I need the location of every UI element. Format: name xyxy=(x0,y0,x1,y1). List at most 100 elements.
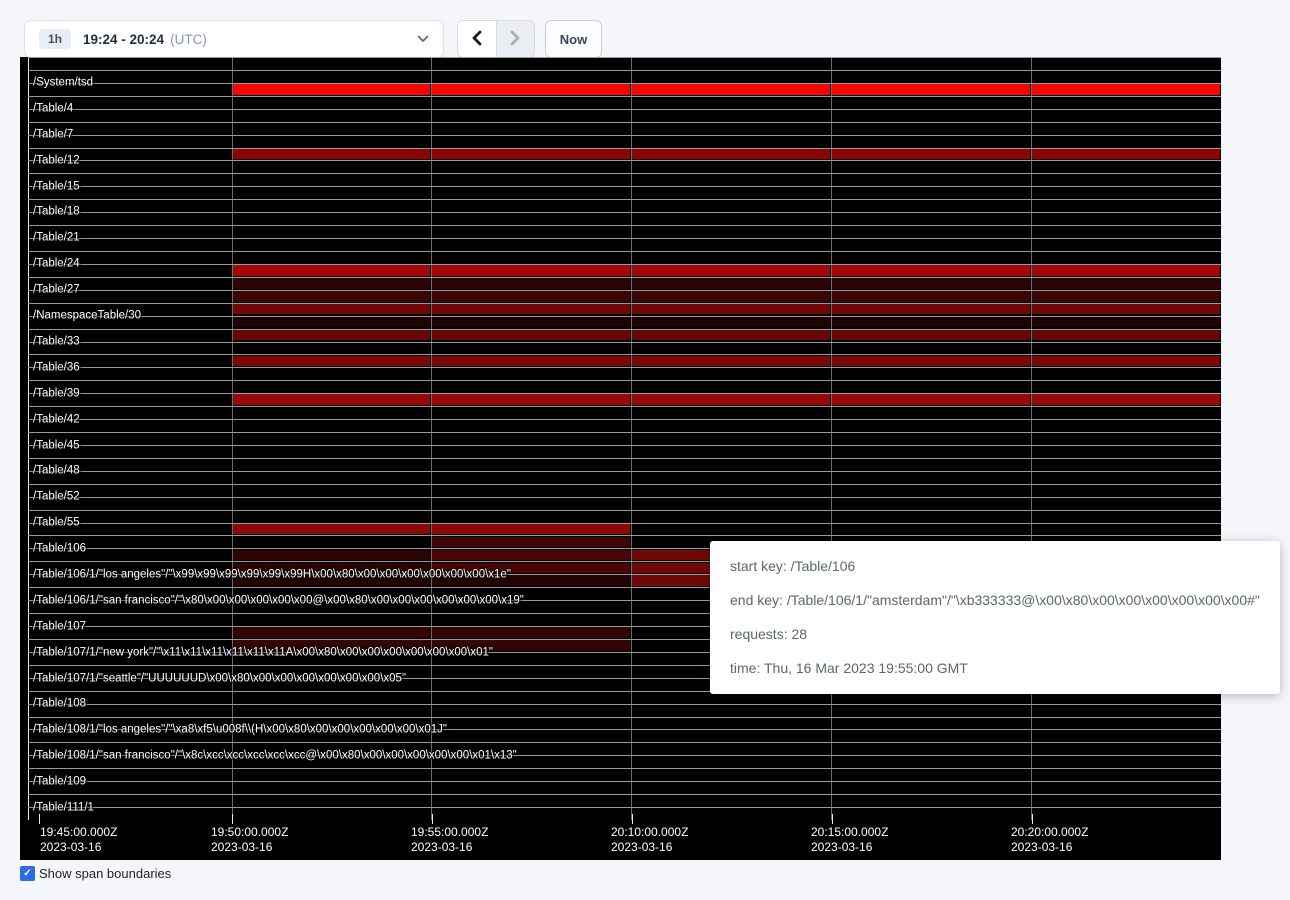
span-boundary-line xyxy=(28,225,1221,226)
row-label: /Table/107 xyxy=(33,620,86,633)
row-label: /Table/55 xyxy=(33,517,80,530)
heat-band xyxy=(632,317,830,328)
row-label: /System/tsd xyxy=(33,77,93,90)
heat-band xyxy=(1032,304,1220,315)
row-label: /Table/7 xyxy=(33,128,73,141)
heat-band xyxy=(632,84,830,95)
heat-band xyxy=(233,330,430,341)
row-label: /Table/107/1/"new york"/"\x11\x11\x11\x1… xyxy=(33,646,493,659)
span-boundary-line xyxy=(28,316,1221,317)
row-label: /Table/48 xyxy=(33,465,80,478)
heat-band xyxy=(432,291,630,302)
heat-band xyxy=(1032,149,1220,160)
span-boundary-line xyxy=(28,354,1221,355)
heat-band xyxy=(632,278,830,289)
row-label: /Table/108/1/"los angeles"/"\xa8\xf5\u00… xyxy=(33,724,447,737)
heat-band xyxy=(832,356,1030,367)
span-boundary-line xyxy=(28,109,1221,110)
heat-band xyxy=(832,149,1030,160)
next-time-button[interactable] xyxy=(496,21,535,57)
heat-band xyxy=(432,627,630,638)
time-nav-group xyxy=(457,20,535,58)
time-range-label: 19:24 - 20:24 xyxy=(83,32,164,47)
chevron-down-icon xyxy=(417,35,429,43)
heat-band xyxy=(1032,330,1220,341)
heat-band xyxy=(832,265,1030,276)
x-axis-tick xyxy=(1032,814,1033,824)
heat-band xyxy=(233,356,430,367)
span-boundary-line xyxy=(28,458,1221,459)
span-boundary-line xyxy=(28,212,1221,213)
span-boundary-line xyxy=(28,510,1221,511)
time-range-picker[interactable]: 1h 19:24 - 20:24 (UTC) xyxy=(24,20,444,58)
row-label: /Table/106/1/"los angeles"/"\x99\x99\x99… xyxy=(33,568,511,581)
span-boundary-line xyxy=(28,535,1221,536)
span-boundary-line xyxy=(28,199,1221,200)
heat-band xyxy=(1032,278,1220,289)
span-boundary-line xyxy=(28,264,1221,265)
x-axis-tick xyxy=(832,814,833,824)
span-boundary-line xyxy=(28,794,1221,795)
heat-band xyxy=(233,550,430,561)
row-label: /Table/108 xyxy=(33,698,86,711)
heat-band xyxy=(233,278,430,289)
row-label: /Table/42 xyxy=(33,413,80,426)
heat-band xyxy=(632,356,830,367)
row-label: /NamespaceTable/30 xyxy=(33,310,141,323)
key-axis-line xyxy=(28,57,29,820)
span-boundary-line xyxy=(28,497,1221,498)
heat-band xyxy=(832,84,1030,95)
span-boundary-line xyxy=(28,742,1221,743)
row-label: /Table/111/1 xyxy=(33,801,94,814)
heat-band xyxy=(233,524,430,535)
span-boundary-line xyxy=(28,704,1221,705)
span-boundary-line xyxy=(28,83,1221,84)
row-label: /Table/45 xyxy=(33,439,80,452)
row-label: /Table/107/1/"seattle"/"UUUUUUD\x00\x80\… xyxy=(33,672,406,685)
heat-band xyxy=(233,291,430,302)
time-gridline xyxy=(831,57,832,820)
key-visualizer-chart[interactable]: /System/tsd/Table/4/Table/7/Table/12/Tab… xyxy=(20,57,1221,860)
x-axis-tick xyxy=(39,814,40,824)
span-boundary-line xyxy=(28,406,1221,407)
x-axis-tick-label: 20:10:00.000Z 2023-03-16 xyxy=(611,825,688,855)
span-boundary-line xyxy=(28,367,1221,368)
row-label: /Table/18 xyxy=(33,206,80,219)
row-label: /Table/36 xyxy=(33,361,80,374)
now-button[interactable]: Now xyxy=(545,20,602,58)
heat-band xyxy=(233,627,430,638)
span-boundary-line xyxy=(28,277,1221,278)
time-zone-label: (UTC) xyxy=(170,32,207,47)
span-boundary-line xyxy=(28,173,1221,174)
span-boundary-line xyxy=(28,122,1221,123)
heat-band xyxy=(432,537,630,548)
span-boundary-line xyxy=(28,57,1221,58)
span-boundary-line xyxy=(28,238,1221,239)
heat-band xyxy=(832,317,1030,328)
heat-band xyxy=(432,524,630,535)
heat-band xyxy=(432,330,630,341)
heat-band xyxy=(432,278,630,289)
prev-time-button[interactable] xyxy=(458,21,496,57)
heat-band xyxy=(432,317,630,328)
heat-band xyxy=(432,550,630,561)
tooltip-start-key: start key: /Table/106 xyxy=(730,549,1260,583)
span-boundary-line xyxy=(28,471,1221,472)
row-label: /Table/108/1/"san francisco"/"\x8c\xcc\x… xyxy=(33,750,517,763)
span-boundary-line xyxy=(28,342,1221,343)
span-boundary-line xyxy=(28,445,1221,446)
show-span-boundaries-checkbox[interactable]: ✓ xyxy=(20,866,35,881)
row-label: /Table/12 xyxy=(33,154,80,167)
x-axis-tick xyxy=(632,814,633,824)
span-boundary-line xyxy=(28,148,1221,149)
span-boundary-line xyxy=(28,251,1221,252)
heat-band xyxy=(632,149,830,160)
span-boundary-line xyxy=(28,393,1221,394)
x-axis-tick-label: 19:50:00.000Z 2023-03-16 xyxy=(211,825,288,855)
span-boundary-line xyxy=(28,717,1221,718)
tooltip-requests: requests: 28 xyxy=(730,617,1260,651)
span-boundary-line xyxy=(28,419,1221,420)
heat-band xyxy=(632,304,830,315)
x-axis-tick xyxy=(432,814,433,824)
span-boundary-line xyxy=(28,807,1221,808)
